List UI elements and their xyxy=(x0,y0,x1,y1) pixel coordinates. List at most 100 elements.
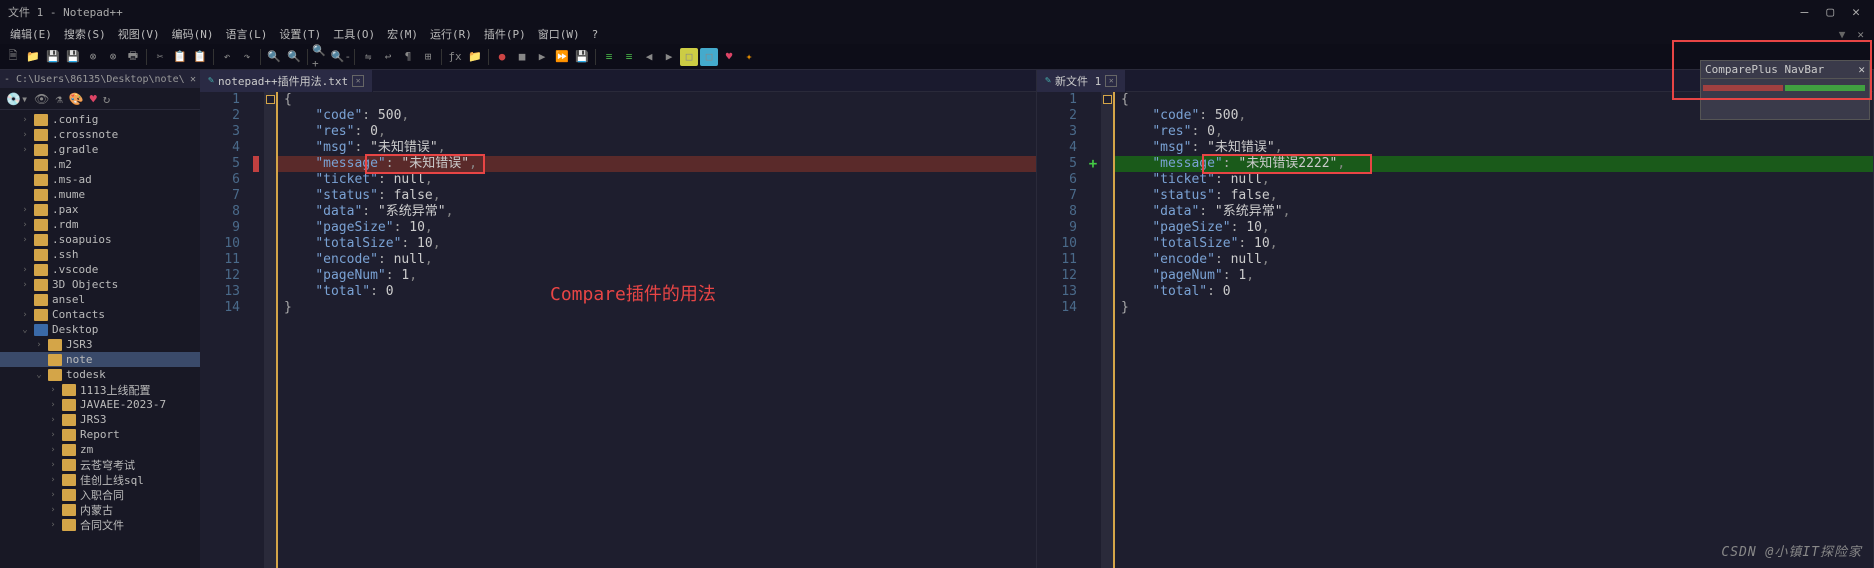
tree-item[interactable]: ›.rdm xyxy=(0,217,200,232)
heart-sidebar-icon[interactable]: ♥ xyxy=(90,92,97,106)
find-icon[interactable]: 🔍 xyxy=(265,48,283,66)
tab-close-icon[interactable]: ✕ xyxy=(1105,75,1117,87)
replace-icon[interactable]: 🔍 xyxy=(285,48,303,66)
tree-item[interactable]: note xyxy=(0,352,200,367)
compare-prev-icon[interactable]: ◀ xyxy=(640,48,658,66)
redo-icon[interactable]: ↷ xyxy=(238,48,256,66)
tree-item[interactable]: .ms-ad xyxy=(0,172,200,187)
tree-item[interactable]: ›合同文件 xyxy=(0,517,200,532)
tree-item[interactable]: .m2 xyxy=(0,157,200,172)
close-file-icon[interactable]: ⊗ xyxy=(84,48,102,66)
tree-item[interactable]: ›内蒙古 xyxy=(0,502,200,517)
tree-item[interactable]: ›.vscode xyxy=(0,262,200,277)
tree-item[interactable]: ›JAVAEE-2023-7 xyxy=(0,397,200,412)
tree-item[interactable]: ›入职合同 xyxy=(0,487,200,502)
disk-icon[interactable]: 💿▾ xyxy=(6,92,28,106)
play-icon[interactable]: ▶ xyxy=(533,48,551,66)
tree-item[interactable]: ›JRS3 xyxy=(0,412,200,427)
heart-icon[interactable]: ♥ xyxy=(720,48,738,66)
save-icon[interactable]: 💾 xyxy=(44,48,62,66)
compare-navbar-body[interactable] xyxy=(1701,79,1869,119)
tree-item[interactable]: ›.pax xyxy=(0,202,200,217)
folder-tree[interactable]: ›.config›.crossnote›.gradle.m2.ms-ad.mum… xyxy=(0,110,200,568)
menu-encoding[interactable]: 编码(N) xyxy=(168,25,218,43)
tree-item[interactable]: ›Contacts xyxy=(0,307,200,322)
zoom-in-icon[interactable]: 🔍+ xyxy=(312,48,330,66)
tree-item[interactable]: .mume xyxy=(0,187,200,202)
palette-icon[interactable]: 🎨 xyxy=(69,92,84,106)
compare-last-icon[interactable]: □ xyxy=(700,48,718,66)
menu-plugins[interactable]: 插件(P) xyxy=(480,25,530,43)
code-area-left[interactable]: 1234567891011121314{ "code": 500, "res":… xyxy=(200,92,1036,568)
tree-item[interactable]: ›3D Objects xyxy=(0,277,200,292)
tree-item[interactable]: ›.soapuios xyxy=(0,232,200,247)
tab-left[interactable]: ✎ notepad++插件用法.txt ✕ xyxy=(200,70,373,92)
tree-item[interactable]: .ssh xyxy=(0,247,200,262)
show-all-icon[interactable]: ¶ xyxy=(399,48,417,66)
menu-tools[interactable]: 工具(O) xyxy=(329,25,379,43)
navbar-close-icon[interactable]: ✕ xyxy=(1858,63,1865,76)
tree-item[interactable]: ⌄Desktop xyxy=(0,322,200,337)
menu-language[interactable]: 语言(L) xyxy=(222,25,272,43)
open-file-icon[interactable]: 📁 xyxy=(24,48,42,66)
new-file-icon[interactable]: 🗎 xyxy=(4,48,22,66)
tree-item[interactable]: ›.config xyxy=(0,112,200,127)
minimize-button[interactable]: — xyxy=(1801,5,1809,20)
copy-icon[interactable]: 📋 xyxy=(171,48,189,66)
compare-icon[interactable]: ≡ xyxy=(600,48,618,66)
tree-item[interactable]: ›佳创上线sql xyxy=(0,472,200,487)
filter-icon[interactable]: ⚗ xyxy=(55,92,62,106)
tree-item[interactable]: ⌄todesk xyxy=(0,367,200,382)
tree-item[interactable]: ›1113上线配置 xyxy=(0,382,200,397)
undo-icon[interactable]: ↶ xyxy=(218,48,236,66)
tree-item[interactable]: ›.crossnote xyxy=(0,127,200,142)
folder-icon[interactable]: 📁 xyxy=(466,48,484,66)
play-multi-icon[interactable]: ⏩ xyxy=(553,48,571,66)
zoom-out-icon[interactable]: 🔍- xyxy=(332,48,350,66)
sidebar-close-icon[interactable]: ✕ xyxy=(190,74,196,85)
menu-bar: 编辑(E) 搜索(S) 视图(V) 编码(N) 语言(L) 设置(T) 工具(O… xyxy=(0,24,1874,44)
save-all-icon[interactable]: 💾 xyxy=(64,48,82,66)
compare-first-icon[interactable]: □ xyxy=(680,48,698,66)
close-button[interactable]: ✕ xyxy=(1852,5,1860,20)
compare-next-icon[interactable]: ▶ xyxy=(660,48,678,66)
compare-navbar-panel[interactable]: ComparePlus NavBar ✕ xyxy=(1700,60,1870,120)
close-all-icon[interactable]: ⊗ xyxy=(104,48,122,66)
tree-item[interactable]: ›.gradle xyxy=(0,142,200,157)
print-icon[interactable]: 🖶 xyxy=(124,48,142,66)
stop-icon[interactable]: ■ xyxy=(513,48,531,66)
code-area-right[interactable]: 1234567891011121314+{ "code": 500, "res"… xyxy=(1037,92,1873,568)
wrap-icon[interactable]: ↩ xyxy=(379,48,397,66)
menu-dropdown-icon[interactable]: ▼ xyxy=(1835,27,1850,42)
indent-guide-icon[interactable]: ⊞ xyxy=(419,48,437,66)
compare-nav-icon[interactable]: ≡ xyxy=(620,48,638,66)
menu-close-icon[interactable]: ✕ xyxy=(1853,27,1868,42)
menu-help[interactable]: ? xyxy=(588,27,603,42)
tree-item[interactable]: ›Report xyxy=(0,427,200,442)
eye-icon[interactable]: 👁 xyxy=(34,92,49,106)
maximize-button[interactable]: ▢ xyxy=(1826,5,1834,20)
sparkle-icon[interactable]: ✦ xyxy=(740,48,758,66)
menu-view[interactable]: 视图(V) xyxy=(114,25,164,43)
record-icon[interactable]: ● xyxy=(493,48,511,66)
menu-run[interactable]: 运行(R) xyxy=(426,25,476,43)
menu-window[interactable]: 窗口(W) xyxy=(534,25,584,43)
tree-item[interactable]: ›JSR3 xyxy=(0,337,200,352)
tab-right[interactable]: ✎ 新文件 1 ✕ xyxy=(1037,70,1126,92)
paste-icon[interactable]: 📋 xyxy=(191,48,209,66)
save-macro-icon[interactable]: 💾 xyxy=(573,48,591,66)
edit-icon: ✎ xyxy=(208,75,214,86)
menu-macro[interactable]: 宏(M) xyxy=(383,25,422,43)
tab-close-icon[interactable]: ✕ xyxy=(352,75,364,87)
function-list-icon[interactable]: ƒx xyxy=(446,48,464,66)
cut-icon[interactable]: ✂ xyxy=(151,48,169,66)
sidebar-path: - C:\Users\86135\Desktop\note\ ✕ xyxy=(0,70,200,88)
refresh-icon[interactable]: ↻ xyxy=(103,92,110,106)
menu-settings[interactable]: 设置(T) xyxy=(275,25,325,43)
tree-item[interactable]: ›zm xyxy=(0,442,200,457)
tree-item[interactable]: ›云苍穹考试 xyxy=(0,457,200,472)
menu-search[interactable]: 搜索(S) xyxy=(60,25,110,43)
menu-edit[interactable]: 编辑(E) xyxy=(6,25,56,43)
sync-scroll-icon[interactable]: ⇋ xyxy=(359,48,377,66)
tree-item[interactable]: ansel xyxy=(0,292,200,307)
